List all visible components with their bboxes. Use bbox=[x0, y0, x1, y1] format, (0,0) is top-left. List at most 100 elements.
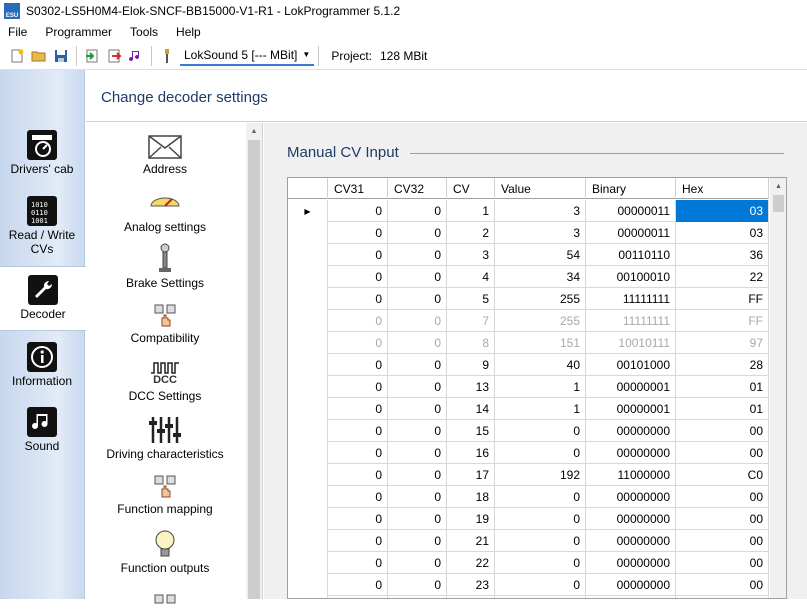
menu-tools[interactable]: Tools bbox=[121, 25, 167, 39]
cell-cv31[interactable]: 0 bbox=[328, 552, 388, 574]
column-header-binary[interactable]: Binary bbox=[586, 178, 676, 199]
row-header[interactable] bbox=[288, 530, 328, 552]
table-row[interactable]: 0 0 22 0 00000000 00 bbox=[288, 552, 769, 574]
cell-value[interactable]: 34 bbox=[495, 266, 586, 288]
sidebar-item-drivers-cab[interactable]: Drivers' cab bbox=[0, 130, 84, 176]
cell-cv32[interactable]: 0 bbox=[388, 442, 447, 464]
cell-value[interactable]: 0 bbox=[495, 574, 586, 596]
row-header[interactable] bbox=[288, 464, 328, 486]
cell-cv[interactable]: 1 bbox=[447, 200, 495, 222]
cell-cv32[interactable]: 0 bbox=[388, 310, 447, 332]
cell-binary[interactable]: 11000000 bbox=[586, 464, 676, 486]
table-row[interactable]: 0 0 19 0 00000000 00 bbox=[288, 508, 769, 530]
cell-cv31[interactable]: 0 bbox=[328, 244, 388, 266]
category-analog-settings[interactable]: Analog settings bbox=[86, 192, 244, 234]
cell-value[interactable]: 0 bbox=[495, 508, 586, 530]
table-row[interactable]: 0 0 21 0 00000000 00 bbox=[288, 530, 769, 552]
cell-value[interactable]: 1 bbox=[495, 398, 586, 420]
cell-binary[interactable]: 00000000 bbox=[586, 552, 676, 574]
cell-cv32[interactable]: 0 bbox=[388, 530, 447, 552]
sound-icon[interactable] bbox=[125, 45, 147, 67]
cell-cv31[interactable]: 0 bbox=[328, 200, 388, 222]
column-header-cv32[interactable]: CV32 bbox=[388, 178, 447, 199]
scrollbar-thumb[interactable] bbox=[248, 140, 260, 599]
cell-cv[interactable]: 23 bbox=[447, 574, 495, 596]
column-header-cv[interactable]: CV bbox=[447, 178, 495, 199]
category-compatibility[interactable]: Compatibility bbox=[86, 303, 244, 345]
cell-cv31[interactable]: 0 bbox=[328, 222, 388, 244]
cell-cv31[interactable]: 0 bbox=[328, 574, 388, 596]
cell-cv[interactable]: 15 bbox=[447, 420, 495, 442]
row-header[interactable] bbox=[288, 398, 328, 420]
table-row[interactable]: 0 0 5 255 11111111 FF bbox=[288, 288, 769, 310]
cell-value[interactable]: 3 bbox=[495, 200, 586, 222]
cell-binary[interactable]: 00000011 bbox=[586, 222, 676, 244]
cell-cv[interactable]: 14 bbox=[447, 398, 495, 420]
cell-cv[interactable]: 16 bbox=[447, 442, 495, 464]
row-header[interactable] bbox=[288, 442, 328, 464]
cell-binary[interactable]: 00000000 bbox=[586, 530, 676, 552]
menu-programmer[interactable]: Programmer bbox=[36, 25, 121, 39]
scrollbar-thumb[interactable] bbox=[773, 195, 784, 212]
table-row[interactable]: 0 0 16 0 00000000 00 bbox=[288, 442, 769, 464]
cell-cv32[interactable]: 0 bbox=[388, 398, 447, 420]
table-row[interactable]: 0 0 23 0 00000000 00 bbox=[288, 574, 769, 596]
sidebar-item-information[interactable]: Information bbox=[0, 342, 84, 388]
table-row[interactable]: 0 0 15 0 00000000 00 bbox=[288, 420, 769, 442]
category-dcc-settings[interactable]: DCC DCC Settings bbox=[86, 359, 244, 403]
table-row[interactable]: ▶ 0 0 1 3 00000011 03 bbox=[288, 200, 769, 222]
row-header[interactable] bbox=[288, 508, 328, 530]
write-icon[interactable] bbox=[103, 45, 125, 67]
cell-hex[interactable]: 01 bbox=[676, 398, 769, 420]
cell-cv[interactable]: 7 bbox=[447, 310, 495, 332]
cell-cv31[interactable]: 0 bbox=[328, 508, 388, 530]
menu-file[interactable]: File bbox=[0, 25, 36, 39]
cell-cv31[interactable]: 0 bbox=[328, 376, 388, 398]
row-header[interactable] bbox=[288, 552, 328, 574]
cell-value[interactable]: 0 bbox=[495, 420, 586, 442]
cell-cv[interactable]: 9 bbox=[447, 354, 495, 376]
table-row[interactable]: 0 0 8 151 10010111 97 bbox=[288, 332, 769, 354]
sidebar-item-read-write-cvs[interactable]: 1010 0110 1001 Read / Write CVs bbox=[0, 196, 84, 256]
decoder-type-select[interactable]: LokSound 5 [--- MBit] ▼ bbox=[180, 46, 315, 66]
cell-cv[interactable]: 17 bbox=[447, 464, 495, 486]
cell-cv[interactable]: 3 bbox=[447, 244, 495, 266]
cell-hex[interactable]: 00 bbox=[676, 442, 769, 464]
cell-cv[interactable]: 19 bbox=[447, 508, 495, 530]
cell-cv31[interactable]: 0 bbox=[328, 530, 388, 552]
cell-value[interactable]: 0 bbox=[495, 552, 586, 574]
cell-binary[interactable]: 00000000 bbox=[586, 442, 676, 464]
cell-value[interactable]: 0 bbox=[495, 442, 586, 464]
cell-hex[interactable]: C0 bbox=[676, 464, 769, 486]
cell-binary[interactable]: 00000000 bbox=[586, 574, 676, 596]
cell-cv32[interactable]: 0 bbox=[388, 376, 447, 398]
cell-cv32[interactable]: 0 bbox=[388, 354, 447, 376]
cell-hex[interactable]: 03 bbox=[676, 222, 769, 244]
cell-binary[interactable]: 00000000 bbox=[586, 508, 676, 530]
row-header[interactable] bbox=[288, 288, 328, 310]
cell-hex[interactable]: 00 bbox=[676, 508, 769, 530]
cell-binary[interactable]: 00000000 bbox=[586, 486, 676, 508]
category-driving-characteristics[interactable]: Driving characteristics bbox=[86, 415, 244, 461]
cell-binary[interactable]: 00000011 bbox=[586, 200, 676, 222]
row-header[interactable] bbox=[288, 574, 328, 596]
category-next[interactable] bbox=[86, 587, 244, 613]
row-header[interactable] bbox=[288, 222, 328, 244]
cell-value[interactable]: 54 bbox=[495, 244, 586, 266]
cell-binary[interactable]: 00101000 bbox=[586, 354, 676, 376]
cell-binary[interactable]: 11111111 bbox=[586, 288, 676, 310]
category-function-outputs[interactable]: Function outputs bbox=[86, 529, 244, 575]
cell-hex[interactable]: 00 bbox=[676, 574, 769, 596]
sidebar-item-sound[interactable]: Sound bbox=[0, 407, 84, 453]
cell-cv[interactable]: 18 bbox=[447, 486, 495, 508]
cell-hex[interactable]: 00 bbox=[676, 420, 769, 442]
cell-cv[interactable]: 8 bbox=[447, 332, 495, 354]
table-row[interactable]: 0 0 17 192 11000000 C0 bbox=[288, 464, 769, 486]
row-header[interactable] bbox=[288, 354, 328, 376]
table-row[interactable]: 0 0 14 1 00000001 01 bbox=[288, 398, 769, 420]
column-header-cv31[interactable]: CV31 bbox=[328, 178, 388, 199]
cell-hex[interactable]: 97 bbox=[676, 332, 769, 354]
scroll-up-icon[interactable]: ▲ bbox=[246, 123, 262, 140]
cell-cv32[interactable]: 0 bbox=[388, 244, 447, 266]
open-icon[interactable] bbox=[28, 45, 50, 67]
